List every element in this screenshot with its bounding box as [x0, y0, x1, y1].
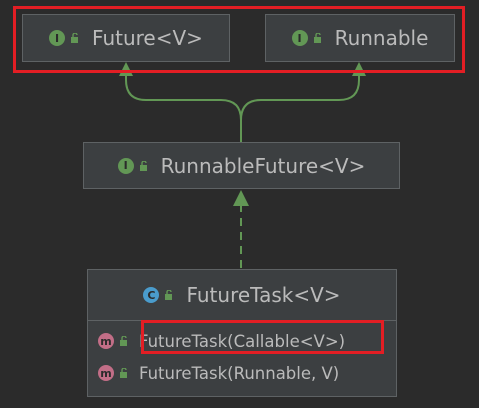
unlocked-padlock-icon	[120, 336, 127, 346]
unlocked-padlock-icon	[139, 160, 147, 171]
unlocked-padlock-icon	[120, 368, 127, 378]
edge-runnablefuture-to-runnable	[240, 70, 360, 121]
class-futuretask-header: C FutureTask<V>	[88, 270, 396, 321]
constructor-runnable-signature: FutureTask(Runnable, V)	[139, 363, 340, 383]
arrowhead-runnablefuture	[233, 190, 249, 206]
highlight-box-interfaces	[13, 6, 465, 73]
edge-runnablefuture-to-future	[125, 70, 242, 142]
method-badge-icon: m	[98, 333, 114, 349]
highlight-box-callable-constructor	[141, 320, 384, 354]
class-futuretask-name: FutureTask<V>	[186, 283, 341, 307]
interface-badge-icon: I	[117, 157, 134, 174]
constructor-runnable[interactable]: m FutureTask(Runnable, V)	[88, 357, 396, 389]
class-badge-icon: C	[143, 287, 160, 303]
method-badge-icon: m	[98, 365, 114, 381]
uml-diagram-canvas: I Future<V> I Runnable I RunnableFuture<…	[0, 0, 479, 408]
interface-runnablefuture[interactable]: I RunnableFuture<V>	[83, 142, 400, 189]
interface-runnablefuture-name: RunnableFuture<V>	[160, 153, 366, 178]
unlocked-padlock-icon	[165, 290, 173, 300]
